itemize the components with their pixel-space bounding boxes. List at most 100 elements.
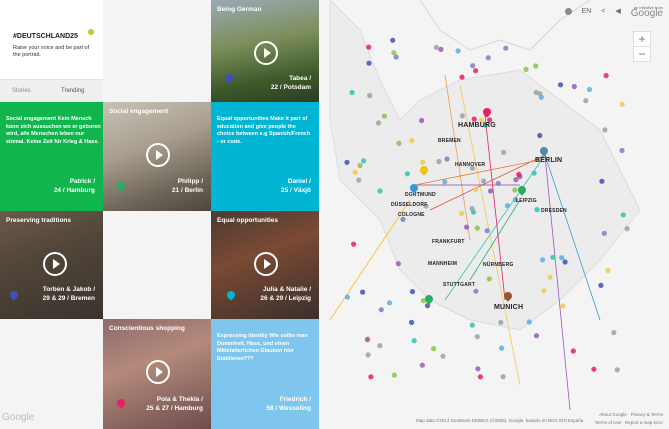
tab-stories[interactable]: Stories bbox=[12, 80, 31, 102]
map-dot[interactable] bbox=[619, 101, 625, 107]
map-dot[interactable] bbox=[409, 319, 415, 325]
story-tile[interactable]: Equal opportunities Make it part of educ… bbox=[211, 102, 319, 211]
zoom-out-button[interactable]: − bbox=[634, 46, 650, 61]
map-dot[interactable] bbox=[605, 267, 611, 274]
play-icon[interactable] bbox=[43, 252, 67, 276]
story-tile[interactable]: Social engagement Philipp / 21 / Berlin bbox=[103, 102, 211, 211]
map-dot[interactable] bbox=[470, 63, 476, 69]
map-dot[interactable] bbox=[473, 68, 479, 74]
map-dot[interactable] bbox=[349, 89, 355, 96]
map-dot[interactable] bbox=[583, 98, 589, 104]
info-icon[interactable] bbox=[564, 7, 572, 15]
story-tile[interactable]: Preserving traditions Torben & Jakob / 29… bbox=[0, 211, 103, 319]
map-dot[interactable] bbox=[469, 206, 475, 212]
map-dot[interactable] bbox=[624, 226, 630, 232]
map-dot[interactable] bbox=[504, 203, 511, 209]
map-dot[interactable] bbox=[409, 289, 416, 295]
play-icon[interactable] bbox=[146, 360, 170, 384]
map-dot[interactable] bbox=[570, 348, 576, 354]
map-dot[interactable] bbox=[620, 212, 626, 218]
map-dot[interactable] bbox=[550, 254, 556, 260]
map-dot[interactable] bbox=[562, 259, 568, 265]
map-dot[interactable] bbox=[469, 322, 475, 328]
map-dot[interactable] bbox=[559, 255, 565, 261]
map-dot[interactable] bbox=[500, 374, 506, 380]
map-dot[interactable] bbox=[599, 178, 605, 184]
map-dot[interactable] bbox=[367, 92, 373, 99]
map-dot[interactable] bbox=[381, 113, 387, 119]
map-dot[interactable] bbox=[431, 346, 437, 352]
map-dot[interactable] bbox=[481, 178, 487, 184]
map-dot[interactable] bbox=[603, 73, 609, 79]
map-dot[interactable] bbox=[455, 48, 461, 54]
map-dot[interactable] bbox=[598, 282, 604, 288]
map-dot[interactable] bbox=[503, 45, 509, 51]
map-dot[interactable] bbox=[357, 162, 363, 169]
map-dot[interactable] bbox=[488, 188, 494, 194]
map-dot[interactable] bbox=[433, 44, 439, 50]
tab-trending[interactable]: Trending bbox=[61, 80, 84, 102]
map-dot[interactable] bbox=[366, 44, 372, 50]
map-dot[interactable] bbox=[420, 159, 426, 165]
map-dot[interactable] bbox=[344, 159, 350, 165]
share-icon[interactable]: < bbox=[601, 8, 605, 15]
map-dot[interactable] bbox=[378, 307, 384, 313]
map-dot[interactable] bbox=[364, 337, 370, 343]
map-dot[interactable] bbox=[611, 329, 617, 336]
map-dot[interactable] bbox=[419, 362, 425, 368]
map-dot[interactable] bbox=[409, 138, 415, 144]
map-dot[interactable] bbox=[473, 288, 479, 294]
map-dot[interactable] bbox=[541, 288, 547, 294]
story-tile[interactable]: Social engagement Kein Mensch kann sich … bbox=[0, 102, 103, 211]
map-dot[interactable] bbox=[366, 60, 372, 66]
map-dot[interactable] bbox=[533, 89, 539, 95]
map-dot[interactable] bbox=[474, 334, 480, 340]
language-toggle[interactable]: EN bbox=[582, 8, 592, 15]
map-dot[interactable] bbox=[614, 367, 620, 373]
map-dot[interactable] bbox=[501, 149, 507, 155]
map-dot[interactable] bbox=[471, 116, 477, 122]
map-dot[interactable] bbox=[547, 274, 553, 280]
map-dot[interactable] bbox=[495, 180, 501, 186]
map-dot[interactable] bbox=[601, 230, 607, 236]
map-dot[interactable] bbox=[396, 140, 402, 146]
map-dot[interactable] bbox=[361, 158, 367, 164]
speaker-icon[interactable]: ◀ bbox=[615, 7, 620, 15]
story-tile[interactable]: Being German Tabea / 22 / Potsdam bbox=[211, 0, 319, 102]
map-dot[interactable] bbox=[459, 210, 465, 216]
map-dot[interactable] bbox=[386, 300, 393, 306]
map-dot[interactable] bbox=[498, 319, 504, 325]
map-dot[interactable] bbox=[537, 132, 543, 139]
map-dot[interactable] bbox=[442, 179, 448, 185]
map-dot[interactable] bbox=[486, 276, 492, 282]
map-dot[interactable] bbox=[352, 169, 358, 175]
map-dot[interactable] bbox=[619, 147, 625, 154]
map-dot[interactable] bbox=[571, 83, 577, 90]
report-map-error-link[interactable]: Report a map error bbox=[625, 420, 663, 425]
map-dot[interactable] bbox=[360, 289, 366, 295]
map-dot[interactable] bbox=[419, 117, 425, 124]
map-dot[interactable] bbox=[557, 82, 564, 88]
map-dot[interactable] bbox=[516, 171, 522, 177]
map-dot[interactable] bbox=[539, 257, 546, 263]
map-dot[interactable] bbox=[411, 338, 417, 344]
map-dot[interactable] bbox=[474, 225, 480, 231]
map-dot[interactable] bbox=[391, 50, 397, 56]
story-tile[interactable]: Equal opportunities Julia & Natalie / 26 … bbox=[211, 211, 319, 319]
map-dot[interactable] bbox=[377, 188, 383, 194]
play-icon[interactable] bbox=[254, 41, 278, 65]
map-dot[interactable] bbox=[438, 46, 444, 53]
about-google-link[interactable]: About Google bbox=[599, 412, 627, 417]
map-dot[interactable] bbox=[473, 186, 479, 192]
map-dot[interactable] bbox=[368, 374, 374, 380]
map-dot[interactable] bbox=[485, 55, 491, 61]
map-dot[interactable] bbox=[440, 353, 446, 359]
map-dot[interactable] bbox=[459, 74, 465, 80]
map-dot[interactable] bbox=[351, 241, 357, 247]
zoom-in-button[interactable]: + bbox=[634, 32, 650, 46]
story-tile[interactable]: Conscientious shopping Pola & Thekla / 25… bbox=[103, 319, 211, 429]
privacy-terms-link[interactable]: Privacy & Terms bbox=[631, 412, 663, 417]
map-dot[interactable] bbox=[390, 37, 396, 43]
play-icon[interactable] bbox=[254, 252, 278, 276]
map-dot[interactable] bbox=[459, 113, 465, 119]
